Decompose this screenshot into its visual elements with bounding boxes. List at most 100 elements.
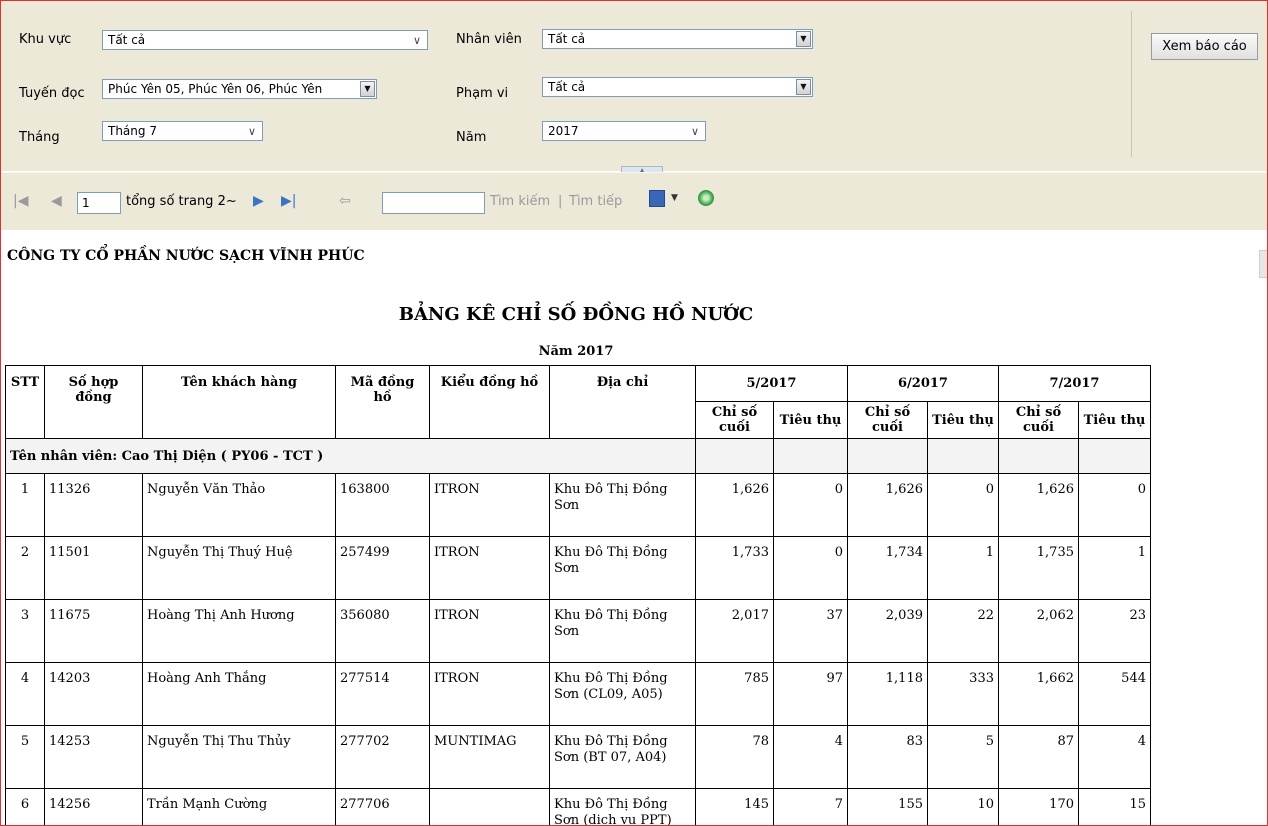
cell-type xyxy=(429,788,550,825)
cell-value: 1,626 xyxy=(998,473,1079,537)
cell-value: 1,662 xyxy=(998,662,1079,726)
parameter-panel: Khu vực Tất cả ∨ Tuyến đọc Phúc Yên 05, … xyxy=(1,1,1267,171)
cell-value: 1,734 xyxy=(847,536,928,600)
group-row: Tên nhân viên: Cao Thị Diện ( PY06 - TCT… xyxy=(5,438,1151,474)
find-separator: | xyxy=(558,194,563,209)
cell-contract: 11675 xyxy=(44,599,143,663)
nam-value: 2017 xyxy=(548,124,579,138)
find-next-link[interactable]: Tìm tiếp xyxy=(569,194,622,209)
cell-customer: Hoàng Anh Thắng xyxy=(142,662,336,726)
cell-value: 97 xyxy=(773,662,848,726)
col-contract: Số hợp đồng xyxy=(44,365,143,439)
company-name: CÔNG TY CỔ PHẦN NƯỚC SẠCH VĨNH PHÚC xyxy=(7,248,365,264)
refresh-icon[interactable] xyxy=(698,190,714,206)
cell-address: Khu Đô Thị Đồng Sơn (dịch vụ PPT) xyxy=(549,788,696,825)
col-period-3: 7/2017 xyxy=(998,365,1151,402)
page-number-input[interactable]: 1 xyxy=(77,192,121,214)
dropdown-arrow-icon[interactable]: ▼ xyxy=(796,79,811,95)
cell-value: 0 xyxy=(1078,473,1151,537)
cell-value: 1,118 xyxy=(847,662,928,726)
back-icon[interactable]: ⇦ xyxy=(339,193,351,209)
nhan-vien-select[interactable]: Tất cả ▼ xyxy=(542,29,813,49)
cell-stt: 3 xyxy=(5,599,45,663)
cell-value: 15 xyxy=(1078,788,1151,825)
nhan-vien-value: Tất cả xyxy=(548,32,586,46)
thang-value: Tháng 7 xyxy=(108,124,157,138)
panel-divider xyxy=(1131,11,1132,157)
cell-address: Khu Đô Thị Đồng Sơn (BT 07, A04) xyxy=(549,725,696,789)
col-meter-type: Kiểu đồng hồ xyxy=(429,365,550,439)
pham-vi-label: Phạm vi xyxy=(456,86,509,101)
cell-value: 7 xyxy=(773,788,848,825)
cell-meter: 356080 xyxy=(335,599,430,663)
cell-meter: 277706 xyxy=(335,788,430,825)
cell-value: 87 xyxy=(998,725,1079,789)
cell-customer: Hoàng Thị Anh Hương xyxy=(142,599,336,663)
cell-value: 2,039 xyxy=(847,599,928,663)
col-stt: STT xyxy=(5,365,45,439)
cell-type: ITRON xyxy=(429,599,550,663)
col-meter-code: Mã đồng hồ xyxy=(335,365,430,439)
col-period-2: 6/2017 xyxy=(847,365,999,402)
cell-value: 145 xyxy=(695,788,774,825)
table-row: 4 14203 Hoàng Anh Thắng 277514 ITRON Khu… xyxy=(5,662,1151,726)
cell-stt: 2 xyxy=(5,536,45,600)
cell-value: 0 xyxy=(773,536,848,600)
cell-address: Khu Đô Thị Đồng Sơn xyxy=(549,599,696,663)
cell-value: 22 xyxy=(927,599,999,663)
col-consumption: Tiêu thụ xyxy=(927,401,999,439)
cell-customer: Nguyễn Văn Thảo xyxy=(142,473,336,537)
search-input[interactable] xyxy=(382,192,485,214)
col-last-index: Chỉ số cuối xyxy=(998,401,1079,439)
cell-value: 1,735 xyxy=(998,536,1079,600)
previous-page-icon[interactable]: ◀ xyxy=(51,193,62,209)
thang-select[interactable]: Tháng 7 ∨ xyxy=(102,121,263,141)
khu-vuc-select[interactable]: Tất cả ∨ xyxy=(102,30,428,50)
cell-value: 1,626 xyxy=(847,473,928,537)
cell-meter: 277702 xyxy=(335,725,430,789)
col-period-1: 5/2017 xyxy=(695,365,848,402)
next-page-icon[interactable]: ▶ xyxy=(253,193,264,209)
cell-value: 155 xyxy=(847,788,928,825)
pham-vi-value: Tất cả xyxy=(548,80,586,94)
pham-vi-select[interactable]: Tất cả ▼ xyxy=(542,77,813,97)
cell-value: 1,626 xyxy=(695,473,774,537)
report-viewer-window: Khu vực Tất cả ∨ Tuyến đọc Phúc Yên 05, … xyxy=(0,0,1268,826)
save-export-icon[interactable] xyxy=(649,190,665,207)
table-row: 6 14256 Trần Mạnh Cường 277706 Khu Đô Th… xyxy=(5,788,1151,825)
cell-value: 5 xyxy=(927,725,999,789)
export-dropdown-icon[interactable]: ▼ xyxy=(671,193,678,203)
scrollbar-thumb[interactable] xyxy=(1259,250,1267,278)
cell-value: 1 xyxy=(1078,536,1151,600)
cell-contract: 14256 xyxy=(44,788,143,825)
first-page-icon[interactable]: |◀ xyxy=(13,193,28,209)
cell-type: ITRON xyxy=(429,662,550,726)
col-consumption: Tiêu thụ xyxy=(1078,401,1151,439)
report-toolbar: |◀ ◀ 1 tổng số trang 2~ ▶ ▶| ⇦ Tìm kiếm … xyxy=(1,172,1267,231)
cell-meter: 277514 xyxy=(335,662,430,726)
last-page-icon[interactable]: ▶| xyxy=(281,193,296,209)
tuyen-doc-value: Phúc Yên 05, Phúc Yên 06, Phúc Yên xyxy=(108,82,323,96)
dropdown-arrow-icon[interactable]: ▼ xyxy=(360,81,375,97)
cell-address: Khu Đô Thị Đồng Sơn xyxy=(549,473,696,537)
cell-value: 37 xyxy=(773,599,848,663)
cell-stt: 5 xyxy=(5,725,45,789)
cell-customer: Nguyễn Thị Thu Thủy xyxy=(142,725,336,789)
tuyen-doc-select[interactable]: Phúc Yên 05, Phúc Yên 06, Phúc Yên ▼ xyxy=(102,79,377,99)
dropdown-arrow-icon[interactable]: ▼ xyxy=(796,31,811,47)
thang-label: Tháng xyxy=(19,130,60,145)
cell-contract: 11326 xyxy=(44,473,143,537)
cell-value: 544 xyxy=(1078,662,1151,726)
cell-value: 83 xyxy=(847,725,928,789)
cell-value: 4 xyxy=(773,725,848,789)
tuyen-doc-label: Tuyến đọc xyxy=(19,86,85,101)
cell-address: Khu Đô Thị Đồng Sơn xyxy=(549,536,696,600)
khu-vuc-value: Tất cả xyxy=(108,33,146,47)
col-consumption: Tiêu thụ xyxy=(773,401,848,439)
view-report-button[interactable]: Xem báo cáo xyxy=(1151,33,1258,60)
nam-select[interactable]: 2017 ∨ xyxy=(542,121,706,141)
cell-value: 2,062 xyxy=(998,599,1079,663)
find-link[interactable]: Tìm kiếm xyxy=(490,194,550,209)
cell-address: Khu Đô Thị Đồng Sơn (CL09, A05) xyxy=(549,662,696,726)
cell-type: ITRON xyxy=(429,473,550,537)
